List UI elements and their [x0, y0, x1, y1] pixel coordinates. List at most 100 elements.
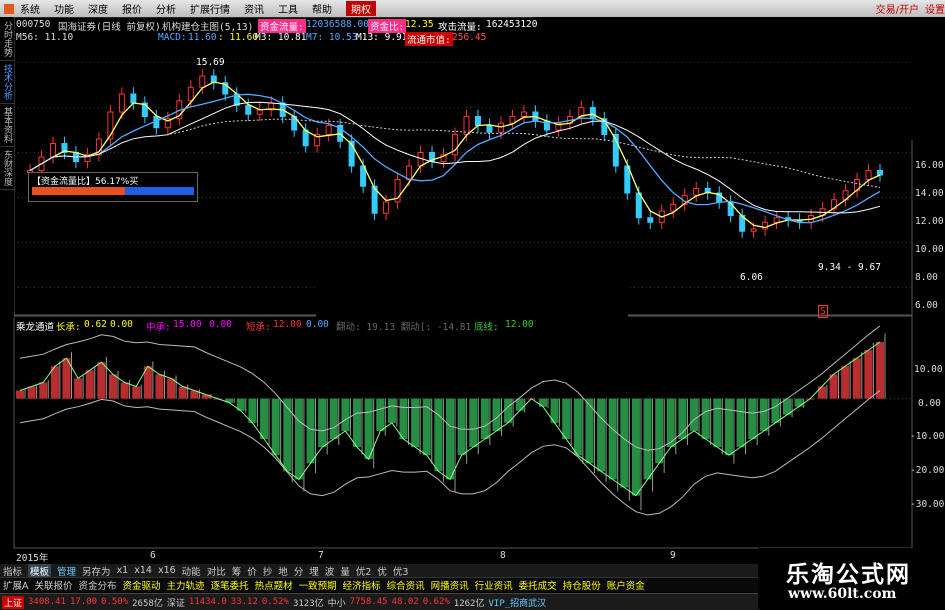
trade-account-link[interactable]: 交易/开户	[876, 1, 919, 16]
attack-value: 162453120	[486, 19, 538, 30]
ticker-sh-pct: 0.50%	[101, 597, 129, 607]
tab-general-news[interactable]: 综合资讯	[387, 578, 425, 592]
osc-bar	[864, 350, 873, 399]
osc-bar	[852, 358, 861, 399]
tab-main-force[interactable]: 主力轨迹	[167, 578, 205, 592]
candle-body	[199, 75, 206, 88]
tab-opt3[interactable]: 优3	[393, 564, 409, 578]
tab-manage[interactable]: 管理	[57, 564, 76, 578]
fund-flow-sell-bar	[125, 187, 194, 195]
macd-value: 11.60	[188, 32, 217, 43]
tab-save-as[interactable]: 另存为	[82, 564, 111, 578]
osc-bar	[655, 398, 664, 464]
candle-body	[497, 122, 504, 133]
osc-bar	[62, 358, 71, 399]
menu-item-news[interactable]: 资讯	[244, 1, 264, 16]
tab-price[interactable]: 价	[247, 564, 257, 578]
tab-consensus[interactable]: 一致预期	[299, 578, 337, 592]
time-tick-8: 8	[500, 550, 506, 561]
fund-flow-buy-bar	[32, 187, 125, 195]
sidetab-timeshare[interactable]: 分时走势	[0, 18, 15, 61]
low-price-annotation: 6.06	[740, 272, 763, 283]
tab-opt2[interactable]: 优2	[356, 564, 372, 578]
tab-economic[interactable]: 经济指标	[343, 578, 381, 592]
tab-ambush[interactable]: 埋	[309, 564, 319, 578]
osc-tick-minus30: -30.00	[910, 499, 945, 510]
tab-fund-drive[interactable]: 资金驱动	[123, 578, 161, 592]
settings-link[interactable]: 设置	[925, 1, 945, 16]
watermark-url: www.60lt.com	[788, 586, 897, 602]
tab-chips[interactable]: 筹	[232, 564, 242, 578]
tab-orders[interactable]: 委托成交	[519, 578, 557, 592]
tab-fund-distribution[interactable]: 资金分布	[79, 578, 117, 592]
menu-item-help[interactable]: 帮助	[312, 1, 332, 16]
osc-bar	[294, 398, 303, 480]
price-tick-8: 8.00	[915, 272, 938, 283]
menu-item-options[interactable]: 期权	[346, 1, 376, 16]
osc-bar	[841, 366, 850, 399]
osc-bar	[376, 398, 385, 431]
osc-bar	[608, 398, 617, 480]
tab-land[interactable]: 地	[278, 564, 288, 578]
candle-body	[474, 116, 481, 126]
tab-industry-news[interactable]: 行业资讯	[475, 578, 513, 592]
osc-bar	[97, 362, 106, 399]
tab-hot-topics[interactable]: 热点题材	[255, 578, 293, 592]
tab-template[interactable]: 模板	[28, 563, 52, 578]
ticker-sh-label[interactable]: 上证	[2, 595, 25, 609]
ticker-mid-label[interactable]: 中小	[328, 596, 346, 609]
tab-momentum[interactable]: 动能	[182, 564, 201, 578]
tab-account[interactable]: 账户资金	[607, 578, 645, 592]
tab-x16[interactable]: x16	[158, 565, 176, 576]
osc-bar	[341, 398, 350, 431]
index-ticker: 上证 3408.41 17.00 0.50% 2658亿 深证 11434.0 …	[0, 593, 760, 610]
candle-body	[877, 170, 883, 176]
menu-item-extended-market[interactable]: 扩展行情	[190, 1, 230, 16]
tab-split[interactable]: 分	[294, 564, 304, 578]
sidetab-deep[interactable]: 东财深度	[0, 147, 15, 190]
time-tick-6: 6	[150, 550, 156, 561]
range-annotation: 9.34 - 9.67	[818, 262, 881, 273]
tab-compare[interactable]: 对比	[207, 564, 226, 578]
menu-item-tools[interactable]: 工具	[278, 1, 298, 16]
menu-item-quote[interactable]: 报价	[122, 1, 142, 16]
tab-opt[interactable]: 优	[377, 564, 387, 578]
tab-volume[interactable]: 量	[340, 564, 350, 578]
ticker-sh-amount: 2658亿	[132, 598, 163, 609]
tab-x14[interactable]: x14	[134, 565, 152, 576]
candle-body	[406, 165, 413, 180]
ticker-sz-label[interactable]: 深证	[167, 596, 185, 609]
time-tick-7: 7	[318, 550, 324, 561]
osc-bar	[411, 398, 420, 448]
osc-bar	[724, 398, 733, 456]
menu-item-analysis[interactable]: 分析	[156, 1, 176, 16]
tab-bottom-pick[interactable]: 抄	[263, 564, 273, 578]
osc-bar	[620, 398, 629, 488]
sidetab-fundamentals[interactable]: 基本资料	[0, 104, 15, 147]
mid-label: 中承:	[146, 322, 171, 333]
sidetab-technical[interactable]: 技术分析	[0, 61, 15, 104]
ticker-vip-link[interactable]: VIP_招商武汉	[488, 596, 546, 609]
osc-bar	[329, 398, 338, 439]
tab-holdings[interactable]: 持仓股份	[563, 578, 601, 592]
candle-body	[118, 93, 125, 113]
tab-order-detail[interactable]: 逐笔委托	[211, 578, 249, 592]
tab-extension-a[interactable]: 扩展A	[3, 578, 29, 592]
osc-bar	[480, 398, 489, 439]
tab-wave[interactable]: 波	[325, 564, 335, 578]
menu-item-function[interactable]: 功能	[54, 1, 74, 16]
app-logo-icon	[4, 3, 14, 14]
m3-readout: M3: 10.81	[255, 32, 307, 43]
osc-bar	[283, 398, 292, 472]
menu-item-system[interactable]: 系统	[20, 1, 40, 16]
time-tick-year: 2015年	[16, 553, 49, 564]
candle-body	[187, 86, 194, 102]
long-value-2: 0.00	[110, 319, 133, 330]
tab-webcast[interactable]: 网播资讯	[431, 578, 469, 592]
tab-indicator[interactable]: 指标	[3, 564, 22, 578]
tab-related-quotes[interactable]: 关联报价	[35, 578, 73, 592]
short-value-2: 0.00	[306, 319, 329, 330]
tab-x1[interactable]: x1	[117, 565, 129, 576]
menu-item-depth[interactable]: 深度	[88, 1, 108, 16]
ticker-mid-pct: 0.62%	[422, 597, 450, 607]
